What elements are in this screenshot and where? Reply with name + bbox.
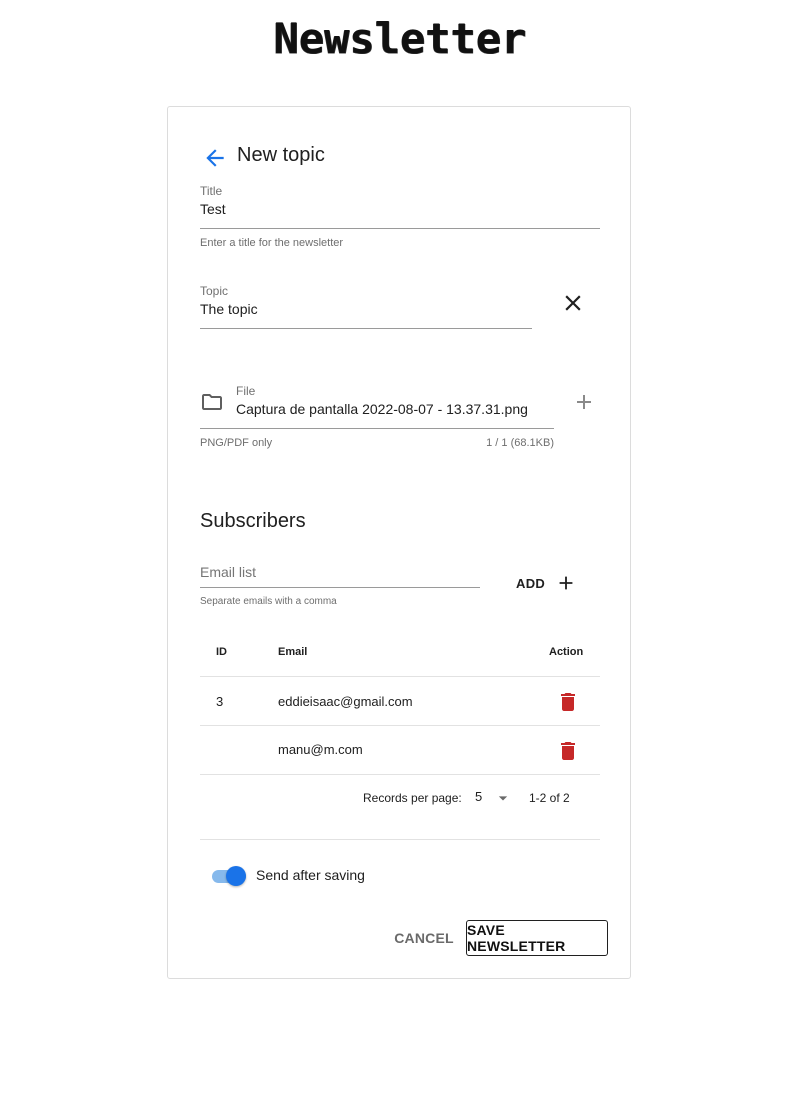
plus-icon (559, 576, 573, 590)
section-divider (200, 839, 600, 840)
table-header-id: ID (216, 646, 227, 658)
subscribers-table: ID Email Action 3 eddieisaac@gmail.com m… (200, 628, 600, 775)
file-field[interactable]: File Captura de pantalla 2022-08-07 - 13… (236, 384, 554, 430)
caret-down-icon (498, 796, 508, 801)
form-heading: New topic (237, 144, 325, 166)
close-icon (565, 295, 581, 311)
trash-icon (561, 693, 575, 711)
table-row: manu@m.com (200, 726, 600, 774)
app-title: Newsletter (273, 14, 527, 63)
title-input[interactable]: Test (200, 201, 226, 217)
topic-field[interactable]: Topic The topic (200, 284, 532, 330)
pagination-range: 1-2 of 2 (529, 791, 570, 805)
subscribers-title: Subscribers (200, 510, 306, 532)
table-row: 3 eddieisaac@gmail.com (200, 677, 600, 725)
trash-icon (561, 742, 575, 760)
send-after-saving-label: Send after saving (256, 867, 365, 883)
send-after-saving-toggle[interactable] (212, 865, 246, 887)
row-id: 3 (216, 694, 224, 709)
topic-underline (200, 328, 532, 329)
title-field[interactable]: Title Test (200, 184, 600, 230)
title-label: Title (200, 184, 223, 198)
file-label: File (236, 384, 256, 398)
newsletter-form-card: New topic Title Test Enter a title for t… (167, 106, 631, 979)
file-icon-wrap (200, 390, 224, 414)
clear-topic-button[interactable] (560, 290, 586, 316)
arrow-left-icon (206, 149, 224, 167)
table-header-email: Email (278, 646, 308, 658)
row-email: manu@m.com (278, 742, 363, 757)
delete-row-button[interactable] (556, 739, 580, 763)
file-name[interactable]: Captura de pantalla 2022-08-07 - 13.37.3… (236, 401, 528, 417)
file-hint: PNG/PDF only (200, 437, 273, 449)
email-list-input[interactable] (200, 557, 480, 588)
records-per-page-label: Records per page: (363, 791, 462, 805)
plus-icon (577, 395, 591, 409)
topic-label: Topic (200, 284, 229, 298)
row-email: eddieisaac@gmail.com (278, 694, 413, 709)
email-list-hint: Separate emails with a comma (200, 596, 337, 607)
folder-icon (202, 394, 222, 410)
add-email-button[interactable]: ADD (508, 567, 578, 599)
cancel-button[interactable]: CANCEL (389, 920, 459, 956)
file-underline (200, 428, 554, 429)
delete-row-button[interactable] (556, 690, 580, 714)
title-underline (200, 228, 600, 229)
title-hint: Enter a title for the newsletter (200, 237, 344, 249)
back-button[interactable] (202, 145, 228, 171)
add-file-button[interactable] (572, 390, 596, 414)
save-newsletter-button[interactable]: SAVE NEWSLETTER (466, 920, 608, 956)
topic-input[interactable]: The topic (200, 301, 258, 317)
add-email-label: ADD (516, 575, 546, 591)
toggle-knob (226, 866, 246, 886)
file-counter: 1 / 1 (68.1KB) (486, 437, 554, 449)
records-per-page-select[interactable]: 5 (475, 789, 515, 809)
table-header-action: Action (549, 646, 584, 658)
records-per-page-value: 5 (475, 789, 483, 804)
row-divider (200, 774, 600, 775)
